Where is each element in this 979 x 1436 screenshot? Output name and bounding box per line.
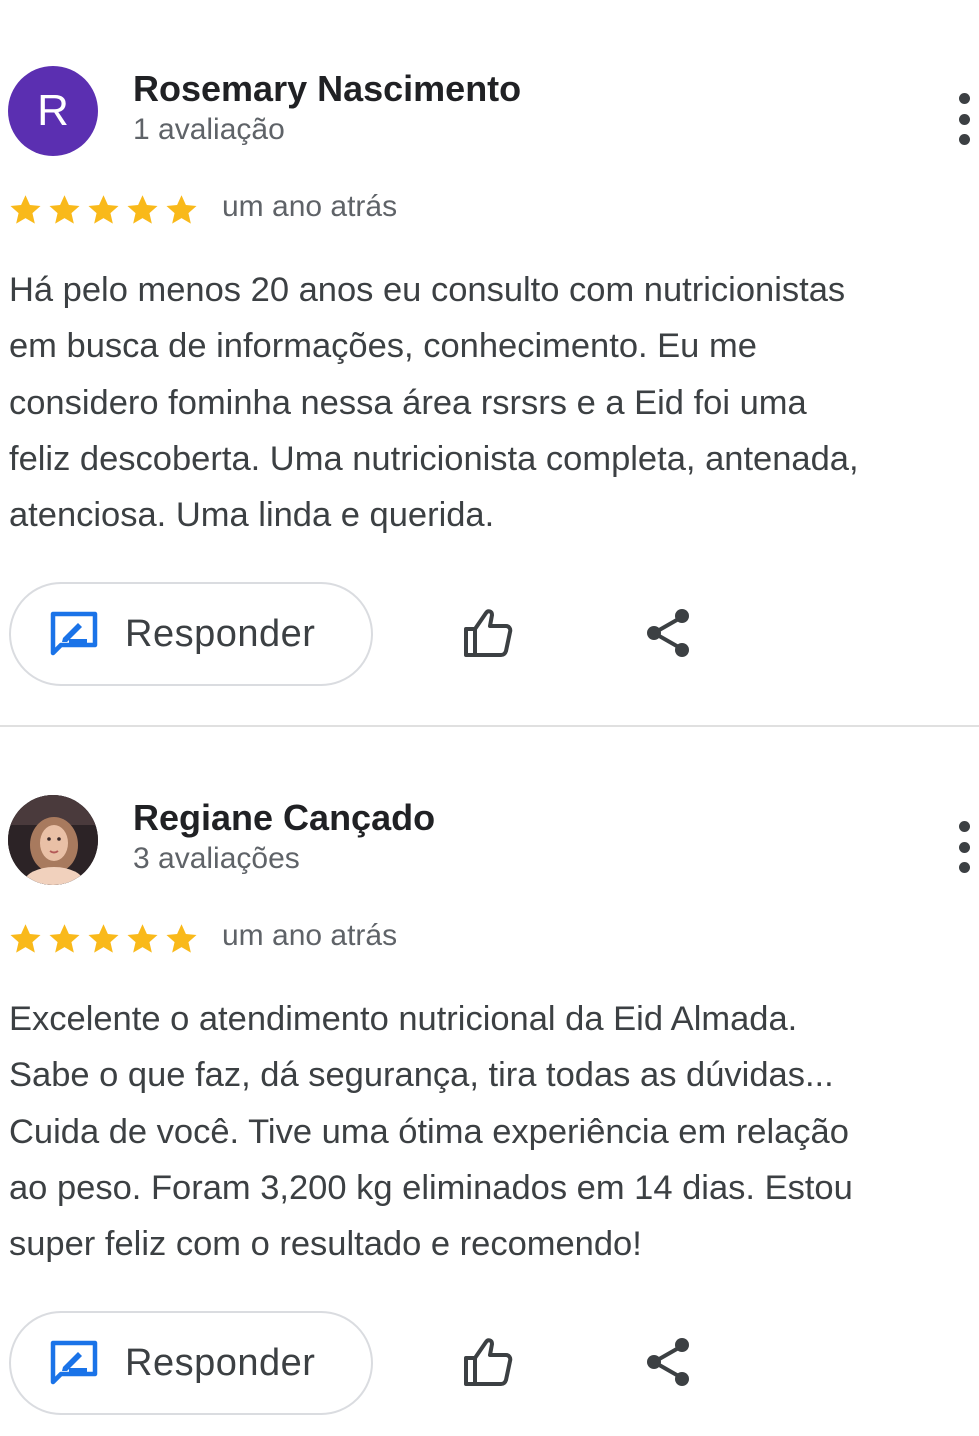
avatar[interactable]: R [8, 66, 98, 156]
review-text-line: Há pelo menos 20 anos eu consulto com nu… [9, 271, 846, 309]
divider [0, 725, 979, 727]
star-rating [8, 921, 199, 957]
review-text-line: atenciosa. Uma linda e querida. [9, 496, 495, 535]
review-date: um ano atrás [222, 919, 398, 952]
reply-icon [49, 1339, 101, 1387]
star-icon [166, 924, 197, 953]
author-review-count: 1 avaliação [133, 113, 285, 146]
review-text-line: em busca de informações, conhecimento. E… [9, 327, 757, 366]
review-text-line: ao peso. Foram 3,200 kg eliminados em 14… [9, 1168, 853, 1207]
author-review-count: 3 avaliações [133, 842, 300, 875]
review-text-line: considero fominha nessa área rsrsrs e a … [9, 383, 807, 422]
reply-button[interactable]: Responder [9, 582, 373, 686]
review-text-line: super feliz com o resultado e recomendo! [9, 1225, 642, 1264]
star-icon [10, 924, 41, 953]
star-icon [10, 195, 41, 224]
avatar[interactable] [8, 795, 98, 885]
profile-photo [8, 795, 98, 885]
reply-label: Responder [125, 1341, 316, 1384]
share-icon[interactable] [636, 601, 700, 665]
more-options-icon[interactable] [946, 817, 979, 877]
reply-label: Responder [125, 612, 316, 655]
star-icon [88, 195, 119, 224]
avatar-letter: R [37, 86, 69, 135]
author-name[interactable]: Regiane Cançado [133, 797, 435, 839]
review-card: Regiane Cançado 3 avaliações um ano atrá… [0, 728, 979, 1436]
reply-icon [49, 610, 101, 658]
review-text-line: feliz descoberta. Uma nutricionista comp… [9, 439, 859, 478]
star-rating [8, 192, 199, 228]
review-text: Excelente o atendimento nutricional da E… [9, 991, 979, 1272]
review-date: um ano atrás [222, 190, 398, 223]
star-icon [88, 924, 119, 953]
star-icon [49, 924, 80, 953]
thumbs-up-icon[interactable] [456, 600, 520, 664]
thumbs-up-icon[interactable] [456, 1329, 520, 1393]
star-icon [49, 195, 80, 224]
review-text-line: Sabe o que faz, dá segurança, tira todas… [9, 1056, 834, 1095]
author-name[interactable]: Rosemary Nascimento [133, 68, 521, 110]
review-card: R Rosemary Nascimento 1 avaliação um ano… [0, 0, 979, 726]
review-text-line: Cuida de você. Tive uma ótima experiênci… [9, 1112, 849, 1151]
more-options-icon[interactable] [946, 89, 979, 149]
reply-button[interactable]: Responder [9, 1311, 373, 1415]
review-text-line: Excelente o atendimento nutricional da E… [9, 1000, 798, 1038]
star-icon [166, 195, 197, 224]
star-icon [127, 195, 158, 224]
star-icon [127, 924, 158, 953]
review-text: Há pelo menos 20 anos eu consulto com nu… [9, 262, 979, 543]
share-icon[interactable] [636, 1330, 700, 1394]
